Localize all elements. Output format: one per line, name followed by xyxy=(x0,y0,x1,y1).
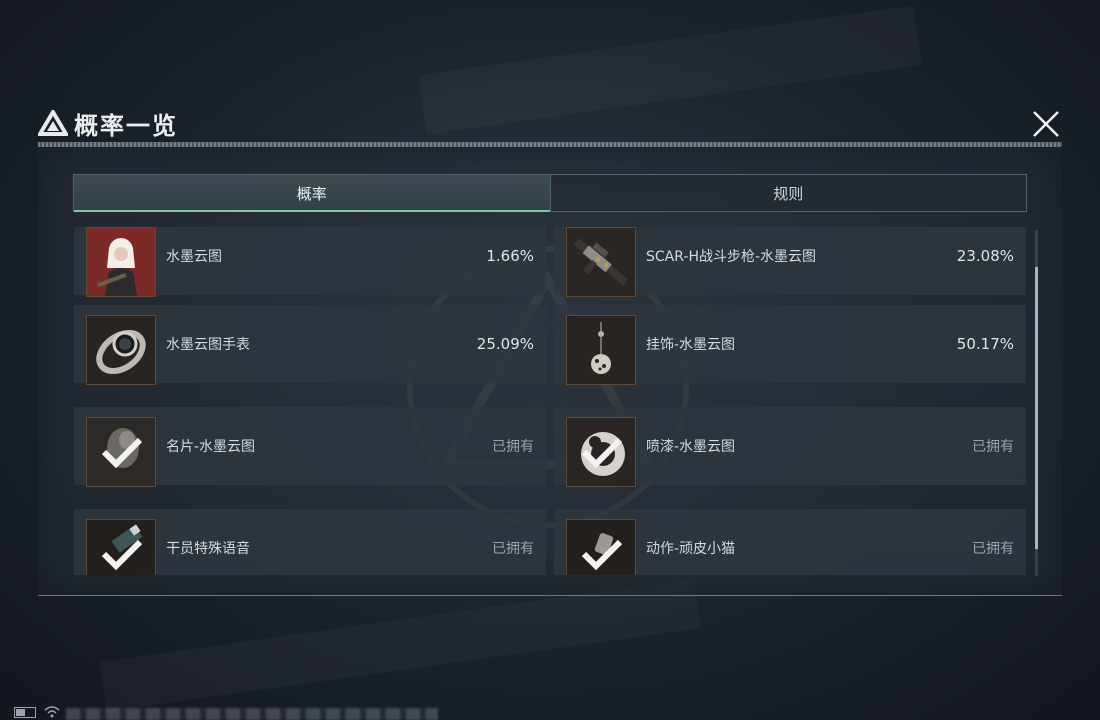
item-probability: 50.17% xyxy=(956,335,1014,353)
item-thumbnail xyxy=(86,417,156,487)
item-thumbnail xyxy=(86,519,156,575)
probability-panel: 概率 规则 水墨云图 1.66% SCAR-H战斗步枪-水墨云图 23.08% … xyxy=(38,147,1062,596)
triangle-logo-icon xyxy=(38,110,68,136)
operator-portrait-icon xyxy=(87,228,155,296)
item-name: 挂饰-水墨云图 xyxy=(646,337,736,353)
item-name: 干员特殊语音 xyxy=(166,541,250,557)
item-status: 已拥有 xyxy=(492,439,534,455)
background-streak xyxy=(99,578,700,711)
wifi-icon xyxy=(44,706,60,718)
check-icon xyxy=(101,437,143,469)
item-status: 已拥有 xyxy=(492,541,534,557)
list-item[interactable]: SCAR-H战斗步枪-水墨云图 23.08% xyxy=(554,227,1026,297)
scrollbar-thumb[interactable] xyxy=(1035,267,1038,549)
tab-rules[interactable]: 规则 xyxy=(549,175,1027,211)
item-status: 已拥有 xyxy=(972,439,1014,455)
reward-list[interactable]: 水墨云图 1.66% SCAR-H战斗步枪-水墨云图 23.08% 水墨云图手表… xyxy=(74,227,1034,575)
list-item[interactable]: 水墨云图手表 25.09% xyxy=(74,305,546,385)
item-name: 动作-顽皮小猫 xyxy=(646,541,736,557)
tab-label: 规则 xyxy=(773,184,804,203)
item-name: 喷漆-水墨云图 xyxy=(646,439,736,455)
item-status: 已拥有 xyxy=(972,541,1014,557)
list-item[interactable]: 干员特殊语音 已拥有 xyxy=(74,509,546,575)
tab-probability[interactable]: 概率 xyxy=(74,175,550,212)
page-title: 概率一览 xyxy=(74,111,178,140)
item-probability: 1.66% xyxy=(486,247,534,265)
list-item[interactable]: 水墨云图 1.66% xyxy=(74,227,546,297)
list-item[interactable]: 动作-顽皮小猫 已拥有 xyxy=(554,509,1026,575)
charm-icon xyxy=(567,316,635,384)
check-icon xyxy=(581,437,623,469)
blurred-status-text xyxy=(66,708,438,720)
check-icon xyxy=(101,539,143,571)
item-name: SCAR-H战斗步枪-水墨云图 xyxy=(646,249,817,265)
list-item[interactable]: 挂饰-水墨云图 50.17% xyxy=(554,305,1026,385)
header: 概率一览 xyxy=(38,104,178,142)
item-name: 名片-水墨云图 xyxy=(166,439,256,455)
item-thumbnail xyxy=(566,417,636,487)
item-name: 水墨云图手表 xyxy=(166,337,250,353)
scrollbar-track[interactable] xyxy=(1035,230,1038,576)
item-thumbnail xyxy=(566,315,636,385)
rifle-icon xyxy=(567,228,635,296)
battery-icon xyxy=(14,706,36,718)
tab-label: 概率 xyxy=(296,184,327,203)
item-thumbnail xyxy=(86,315,156,385)
item-thumbnail xyxy=(566,519,636,575)
list-item[interactable]: 喷漆-水墨云图 已拥有 xyxy=(554,407,1026,487)
list-item[interactable]: 名片-水墨云图 已拥有 xyxy=(74,407,546,487)
item-probability: 23.08% xyxy=(956,247,1014,265)
tab-bar: 概率 规则 xyxy=(73,174,1027,212)
check-icon xyxy=(581,539,623,571)
close-icon[interactable] xyxy=(1028,106,1064,142)
item-probability: 25.09% xyxy=(476,335,534,353)
background-streak xyxy=(418,5,921,134)
watch-icon xyxy=(87,316,155,384)
item-thumbnail xyxy=(566,227,636,297)
item-thumbnail xyxy=(86,227,156,297)
system-status-bar xyxy=(14,706,60,718)
item-name: 水墨云图 xyxy=(166,249,222,265)
